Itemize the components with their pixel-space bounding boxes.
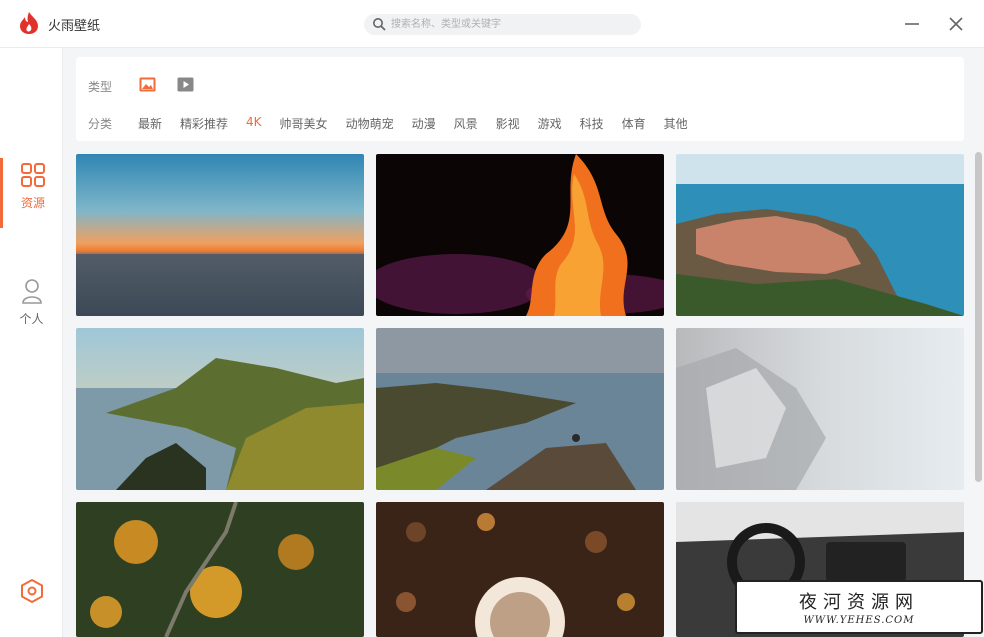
sidebar-item-label: 个人	[19, 312, 44, 326]
app-logo-icon	[20, 12, 38, 34]
search-icon	[373, 18, 386, 31]
user-icon	[21, 279, 42, 304]
category-anime[interactable]: 动漫	[412, 115, 436, 132]
watermark: 夜河资源网 WWW.YEHES.COM	[735, 580, 983, 634]
wallpaper-autumn-forest[interactable]	[76, 502, 364, 637]
scrollbar[interactable]	[975, 152, 982, 482]
category-featured[interactable]: 精彩推荐	[180, 115, 228, 132]
video-type-icon[interactable]	[177, 77, 194, 92]
sidebar-item-personal[interactable]: 个人	[0, 276, 63, 346]
wallpaper-coastal-cliffs[interactable]	[76, 328, 364, 490]
sidebar-item-resources[interactable]: 资源	[0, 158, 63, 228]
title-bar: 火雨壁纸	[0, 0, 984, 48]
sidebar-item-label: 资源	[20, 196, 45, 210]
wallpaper-sunset-sea[interactable]	[76, 154, 364, 316]
category-games[interactable]: 游戏	[538, 115, 562, 132]
wallpaper-hiker-fjord[interactable]	[376, 328, 664, 490]
category-4k[interactable]: 4K	[246, 115, 262, 132]
wallpaper-coffee-beans[interactable]	[376, 502, 664, 637]
search-box[interactable]	[364, 14, 641, 35]
category-film[interactable]: 影视	[496, 115, 520, 132]
watermark-url: WWW.YEHES.COM	[803, 615, 915, 626]
type-label: 类型	[88, 80, 113, 94]
app-title: 火雨壁纸	[48, 19, 101, 34]
category-sports[interactable]: 体育	[622, 115, 646, 132]
category-tech[interactable]: 科技	[580, 115, 604, 132]
category-list: 最新 精彩推荐 4K 帅哥美女 动物萌宠 动漫 风景 影视 游戏 科技 体育 其…	[138, 115, 706, 132]
search-input[interactable]	[391, 16, 631, 33]
category-other[interactable]: 其他	[664, 115, 688, 132]
category-latest[interactable]: 最新	[138, 115, 162, 132]
filter-panel: 类型 分类 最新 精彩推荐 4K 帅哥美女 动物萌宠 动漫 风景 影视 游戏 科…	[76, 57, 964, 141]
category-scenery[interactable]: 风景	[454, 115, 478, 132]
category-label: 分类	[88, 117, 113, 131]
category-people[interactable]: 帅哥美女	[280, 115, 328, 132]
wallpaper-frost-crystals[interactable]	[676, 328, 964, 490]
grid-icon	[21, 163, 45, 187]
category-animals[interactable]: 动物萌宠	[346, 115, 394, 132]
settings-icon[interactable]	[19, 578, 45, 604]
watermark-text: 夜河资源网	[799, 592, 919, 613]
wallpaper-fire-smoke[interactable]	[376, 154, 664, 316]
image-type-icon[interactable]	[139, 77, 156, 92]
close-button[interactable]	[944, 12, 968, 36]
minimize-button[interactable]	[900, 12, 924, 36]
sidebar: 资源 个人	[0, 48, 63, 637]
wallpaper-cliff-village[interactable]	[676, 154, 964, 316]
